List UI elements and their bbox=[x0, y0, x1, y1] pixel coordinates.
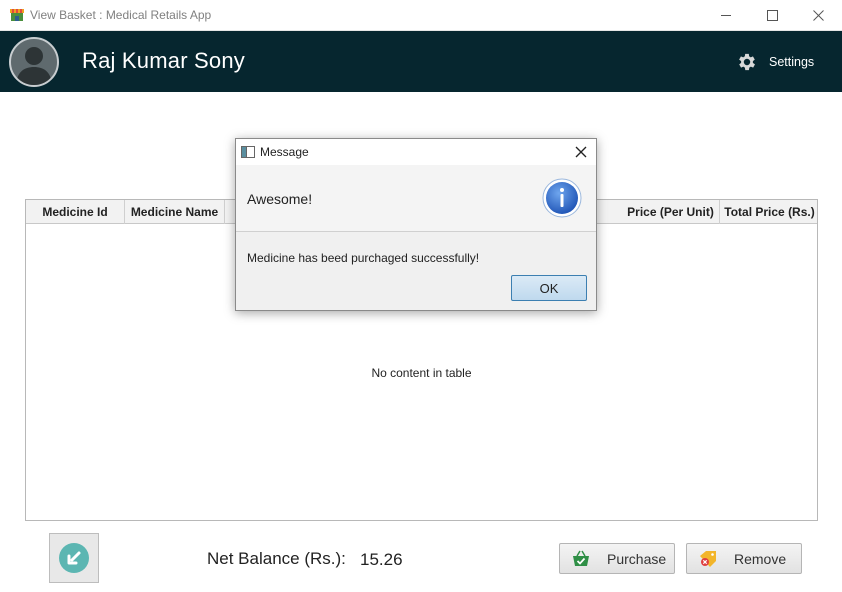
column-header-price-per-unit[interactable]: Price (Per Unit) bbox=[622, 200, 720, 224]
user-icon bbox=[16, 47, 52, 85]
net-balance-label: Net Balance (Rs.): bbox=[207, 549, 346, 568]
info-icon bbox=[542, 178, 582, 218]
dialog-header: Awesome! bbox=[236, 165, 596, 232]
tag-remove-icon bbox=[700, 550, 716, 567]
dialog-close-button[interactable] bbox=[570, 143, 592, 161]
window-icon bbox=[241, 146, 255, 158]
gear-icon bbox=[739, 53, 755, 71]
window-titlebar: View Basket : Medical Retails App bbox=[0, 0, 842, 31]
purchase-button[interactable]: Purchase bbox=[559, 543, 675, 574]
app-header: Raj Kumar Sony Settings bbox=[0, 31, 842, 92]
dialog-message: Medicine has beed purchaged successfully… bbox=[247, 251, 480, 265]
user-name: Raj Kumar Sony bbox=[82, 48, 245, 73]
back-arrow-icon bbox=[59, 543, 89, 573]
settings-button[interactable]: Settings bbox=[736, 50, 814, 74]
table-empty-message: No content in table bbox=[371, 366, 472, 380]
dialog-title: Message bbox=[260, 145, 309, 159]
maximize-button[interactable] bbox=[749, 0, 795, 31]
minimize-button[interactable] bbox=[703, 0, 749, 31]
dialog-titlebar: Message bbox=[236, 139, 596, 165]
settings-label: Settings bbox=[769, 55, 815, 69]
avatar[interactable] bbox=[9, 37, 59, 87]
dialog-heading: Awesome! bbox=[247, 191, 313, 207]
minimize-icon bbox=[720, 15, 731, 16]
net-balance-value: 15.26 bbox=[360, 550, 403, 569]
close-icon bbox=[812, 10, 824, 21]
column-header-total-price[interactable]: Total Price (Rs.) bbox=[720, 200, 819, 224]
remove-button[interactable]: Remove bbox=[686, 543, 802, 574]
back-button[interactable] bbox=[49, 533, 99, 583]
app-store-icon bbox=[10, 9, 24, 21]
ok-button[interactable]: OK bbox=[511, 275, 587, 301]
close-icon bbox=[575, 146, 587, 158]
remove-label: Remove bbox=[734, 550, 787, 567]
close-button[interactable] bbox=[795, 0, 841, 31]
window-title: View Basket : Medical Retails App bbox=[30, 8, 212, 22]
maximize-icon bbox=[766, 10, 778, 21]
column-header-medicine-name[interactable]: Medicine Name bbox=[125, 200, 225, 224]
column-header-medicine-id[interactable]: Medicine Id bbox=[26, 200, 125, 224]
basket-check-icon bbox=[573, 550, 589, 566]
purchase-label: Purchase bbox=[607, 550, 667, 567]
message-dialog: Message Awesome! Medicine has beed purch… bbox=[235, 138, 597, 311]
